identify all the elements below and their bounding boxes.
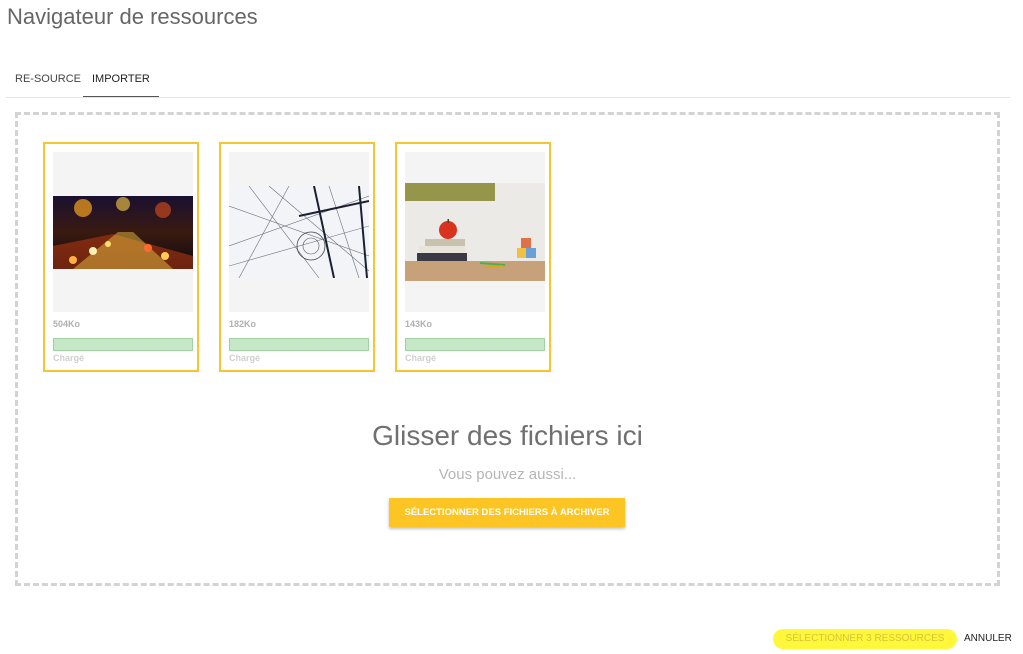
file-dropzone[interactable]: 504Ko Chargé 182Ko Chargé 143Ko Chargé G… [15, 112, 1000, 586]
dropzone-title: Glisser des fichiers ici [372, 420, 643, 451]
tab-resource[interactable]: RE-SOURCE [6, 60, 90, 96]
upload-card[interactable]: 504Ko Chargé [43, 142, 199, 372]
upload-status: Chargé [405, 353, 437, 363]
upload-progress-bar [229, 338, 369, 351]
apple-books-image [405, 183, 545, 281]
upload-card[interactable]: 143Ko Chargé [395, 142, 551, 372]
file-size: 504Ko [53, 319, 81, 329]
select-files-button[interactable]: SÉLECTIONNER DES FICHIERS À ARCHIVER [389, 498, 625, 527]
upload-progress-bar [53, 338, 193, 351]
tab-importer[interactable]: IMPORTER [83, 60, 159, 97]
upload-status: Chargé [53, 353, 85, 363]
upload-progress-bar [405, 338, 545, 351]
night-traffic-image [53, 196, 193, 269]
dropzone-subtitle: Vous pouvez aussi... [438, 466, 577, 483]
upload-status: Chargé [229, 353, 261, 363]
cancel-button[interactable]: ANNULER [964, 629, 1012, 649]
upload-thumbnail [53, 152, 193, 312]
upload-thumbnail [405, 152, 545, 312]
dialog-title: Navigateur de ressources [7, 4, 258, 29]
tab-bar: RE-SOURCE IMPORTER [6, 60, 1010, 98]
network-lines-image [229, 186, 369, 278]
file-size: 143Ko [405, 319, 433, 329]
upload-thumbnail [229, 152, 369, 312]
upload-card[interactable]: 182Ko Chargé [219, 142, 375, 372]
file-size: 182Ko [229, 319, 257, 329]
select-resources-button[interactable]: SÉLECTIONNER 3 RESSOURCES [773, 629, 957, 649]
